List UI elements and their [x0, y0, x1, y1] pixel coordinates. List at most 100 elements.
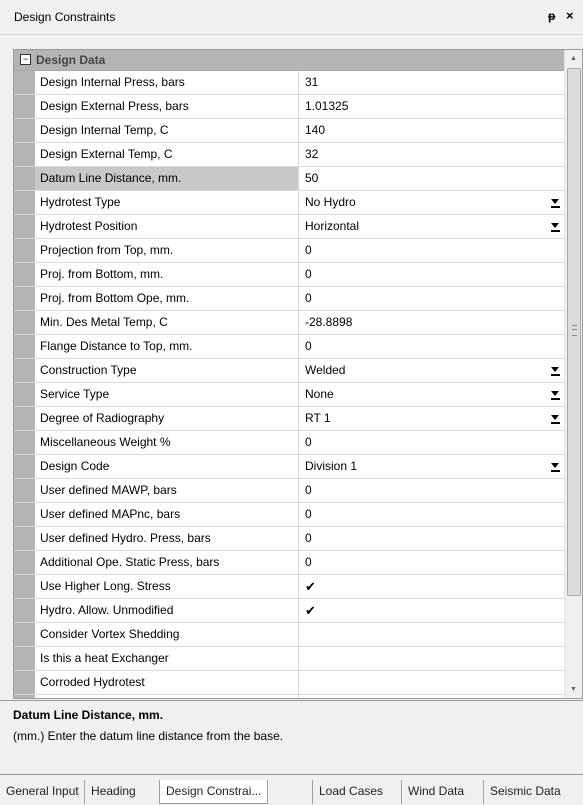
property-row[interactable]: Hydro. Allow. Unmodified ✔ [14, 599, 564, 623]
property-value-dropdown[interactable]: Division 1 [300, 455, 564, 478]
property-value-dropdown[interactable]: Welded [300, 359, 564, 382]
property-value-field[interactable]: 31 [300, 71, 564, 94]
property-value-field[interactable]: 50 [300, 167, 564, 190]
property-row[interactable]: Design Code Division 1 [14, 455, 564, 479]
property-row[interactable]: Design Internal Press, bars 31 [14, 71, 564, 95]
property-row[interactable]: Datum Line Distance, mm. 50 [14, 167, 564, 191]
property-value-field[interactable]: 1.01325 [300, 95, 564, 118]
property-value-text: 1.01325 [305, 99, 349, 113]
property-row[interactable]: User defined Hydro. Press, bars 0 [14, 527, 564, 551]
property-value-dropdown[interactable]: RT 1 [300, 407, 564, 430]
scroll-up-icon[interactable]: ▲ [565, 50, 582, 67]
row-gutter [14, 407, 35, 430]
property-row[interactable]: Degree of Radiography RT 1 [14, 407, 564, 431]
row-gutter [14, 215, 35, 238]
property-value-checkbox[interactable]: ✔ [300, 575, 564, 598]
dropdown-arrow-icon[interactable] [551, 221, 560, 232]
property-row[interactable]: Use Higher Long. Stress ✔ [14, 575, 564, 599]
close-icon[interactable]: × [566, 8, 574, 23]
property-value-field[interactable]: 0 [300, 527, 564, 550]
property-row[interactable]: Proj. from Bottom Ope, mm. 0 [14, 287, 564, 311]
dropdown-arrow-icon[interactable] [551, 365, 560, 376]
property-value-checkbox[interactable] [300, 695, 564, 698]
property-name: Construction Type [35, 359, 299, 382]
property-value-dropdown[interactable]: Horizontal [300, 215, 564, 238]
property-row[interactable]: Miscellaneous Weight % 0 [14, 431, 564, 455]
property-value-field[interactable]: 0 [300, 263, 564, 286]
property-value-field[interactable]: 0 [300, 503, 564, 526]
property-value-checkbox[interactable] [300, 647, 564, 670]
row-gutter [14, 671, 35, 694]
property-value-field[interactable]: 0 [300, 335, 564, 358]
property-row[interactable]: Projection from Top, mm. 0 [14, 239, 564, 263]
property-value-checkbox[interactable] [300, 623, 564, 646]
row-gutter [14, 95, 35, 118]
vertical-scrollbar[interactable]: ▲ ▼ [564, 50, 582, 698]
property-value-checkbox[interactable] [300, 671, 564, 694]
tab-heading[interactable]: Heading [84, 780, 142, 804]
tab-general-input[interactable]: General Input [0, 780, 85, 804]
property-value-text: 0 [305, 267, 312, 281]
property-value-text: 0 [305, 531, 312, 545]
property-value-field[interactable]: 140 [300, 119, 564, 142]
row-gutter [14, 239, 35, 262]
property-name: Proj. from Bottom, mm. [35, 263, 299, 286]
property-row[interactable]: Proj. from Bottom, mm. 0 [14, 263, 564, 287]
row-gutter [14, 383, 35, 406]
property-value-field[interactable]: 0 [300, 239, 564, 262]
property-name: Service Type [35, 383, 299, 406]
property-row[interactable]: Hydrotest Type No Hydro [14, 191, 564, 215]
scroll-thumb[interactable] [567, 68, 581, 596]
dropdown-arrow-icon[interactable] [551, 413, 560, 424]
scroll-down-icon[interactable]: ▼ [565, 681, 582, 698]
property-row[interactable]: Min. Des Metal Temp, C -28.8898 [14, 311, 564, 335]
row-gutter [14, 527, 35, 550]
property-row[interactable]: Design External Temp, C 32 [14, 143, 564, 167]
row-gutter [14, 503, 35, 526]
property-value-field[interactable]: 32 [300, 143, 564, 166]
property-row[interactable]: User defined MAWP, bars 0 [14, 479, 564, 503]
tab-load-cases[interactable]: Load Cases [312, 780, 390, 804]
row-gutter [14, 143, 35, 166]
category-row-design-data[interactable]: − Design Data [14, 50, 564, 71]
property-value-field[interactable]: 0 [300, 287, 564, 310]
property-row[interactable]: Consider Vortex Shedding [14, 623, 564, 647]
property-value-dropdown[interactable]: No Hydro [300, 191, 564, 214]
pin-icon[interactable]: ᵽ [548, 9, 555, 23]
dropdown-arrow-icon[interactable] [551, 389, 560, 400]
property-row[interactable]: Design Internal Temp, C 140 [14, 119, 564, 143]
property-row[interactable]: Design External Press, bars 1.01325 [14, 95, 564, 119]
property-row[interactable]: Construction Type Welded [14, 359, 564, 383]
property-value-field[interactable]: -28.8898 [300, 311, 564, 334]
property-value-field[interactable]: 0 [300, 479, 564, 502]
property-row[interactable]: Is this a heat Exchanger [14, 647, 564, 671]
row-gutter [14, 599, 35, 622]
property-name: Flange Distance to Top, mm. [35, 335, 299, 358]
property-row[interactable]: Service Type None [14, 383, 564, 407]
tab-wind-data[interactable]: Wind Data [401, 780, 471, 804]
tab-design-constrai[interactable]: Design Constrai... [159, 780, 269, 804]
property-value-field[interactable]: 0 [300, 551, 564, 574]
property-row[interactable]: Hydrotest Position Horizontal [14, 215, 564, 239]
property-value-dropdown[interactable]: None [300, 383, 564, 406]
property-name: Design Internal Press, bars [35, 71, 299, 94]
dropdown-arrow-icon[interactable] [551, 461, 560, 472]
property-name: Is this a heat Exchanger [35, 647, 299, 670]
property-row[interactable]: Corroded Hydrotest [14, 671, 564, 695]
row-gutter [14, 695, 35, 698]
tab-seismic-data[interactable]: Seismic Data [483, 780, 567, 804]
property-name: Projection from Top, mm. [35, 239, 299, 262]
property-row[interactable]: User defined MAPnc, bars 0 [14, 503, 564, 527]
property-value-text: RT 1 [305, 411, 331, 425]
property-row[interactable]: Additional Ope. Static Press, bars 0 [14, 551, 564, 575]
property-row[interactable]: Hyd. Allowable is 90% Yield [14, 695, 564, 698]
property-value-text: No Hydro [305, 195, 356, 209]
property-value-text: Horizontal [305, 219, 360, 233]
property-value-text: 31 [305, 75, 319, 89]
property-row[interactable]: Flange Distance to Top, mm. 0 [14, 335, 564, 359]
property-value-field[interactable]: 0 [300, 431, 564, 454]
dropdown-arrow-icon[interactable] [551, 197, 560, 208]
property-value-text: 0 [305, 483, 312, 497]
collapse-icon[interactable]: − [20, 54, 31, 65]
property-value-checkbox[interactable]: ✔ [300, 599, 564, 622]
